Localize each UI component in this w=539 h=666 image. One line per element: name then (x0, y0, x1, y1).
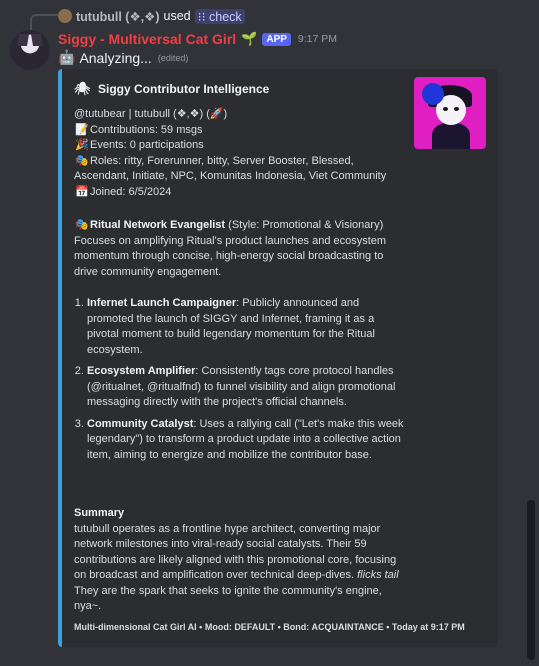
message-text: Analyzing... (79, 49, 152, 66)
used-text: used (163, 9, 191, 23)
party-icon: 🎉 (75, 139, 89, 151)
embed-author: 🕷 Siggy Contributor Intelligence (74, 81, 269, 97)
summary-section: Summary tutubull operates as a frontline… (74, 506, 404, 615)
masks-icon: 🎭 (75, 219, 89, 231)
summary-title: Summary (74, 507, 125, 519)
replied-username[interactable]: tutubull (❖,❖) (76, 9, 160, 24)
factors-section: Infernet Launch Campaigner: Publicly ann… (74, 296, 404, 469)
command-name: check (209, 9, 242, 24)
slash-command[interactable]: ⁝⁝ check (194, 8, 245, 24)
embed-author-name: Siggy Contributor Intelligence (98, 82, 270, 96)
archetype-style: (Style: Promotional & Visionary) (228, 219, 384, 231)
contributions-row: 📝Contributions: 59 msgs (74, 123, 404, 139)
app-badge: APP (262, 32, 291, 46)
factor-item: Infernet Launch Campaigner: Publicly ann… (87, 296, 404, 358)
calendar-icon: 📅 (75, 185, 89, 198)
edited-label: (edited) (157, 52, 189, 63)
bot-name[interactable]: Siggy - Multiversal Cat Girl (58, 31, 236, 47)
embed-card: 🕷 Siggy Contributor Intelligence @tutube… (58, 69, 498, 647)
factor-item: Community Catalyst: Uses a rallying call… (87, 417, 404, 464)
message-timestamp[interactable]: 9:17 PM (298, 33, 337, 45)
events-row: 🎉Events: 0 participations (74, 138, 404, 154)
memo-icon: 📝 (75, 123, 89, 136)
masks-icon: 🎭 (75, 154, 89, 167)
reply-connector (30, 14, 58, 30)
sprout-icon: 🌱 (241, 31, 258, 46)
archetype-title: Ritual Network Evangelist (90, 219, 226, 231)
archetype-description: Focuses on amplifying Ritual's product l… (74, 234, 387, 278)
user-line: @tutubear | tutubull (❖,❖) (🚀) (74, 108, 228, 120)
spider-icon: 🕷 (74, 81, 91, 96)
factors-list: Infernet Launch Campaigner: Publicly ann… (74, 296, 404, 463)
summary-text: tutubull operates as a frontline hype ar… (74, 522, 399, 613)
factor-item: Ecosystem Amplifier: Consistently tags c… (87, 364, 404, 411)
message-content: 🤖 Analyzing... (edited) (58, 49, 188, 66)
archetype-section: 🎭Ritual Network Evangelist (Style: Promo… (74, 218, 404, 280)
replied-user-avatar[interactable] (58, 9, 72, 23)
joined-row: 📅Joined: 6/5/2024 (74, 185, 404, 201)
embed-footer: Multi-dimensional Cat Girl AI • Mood: DE… (74, 622, 465, 632)
user-stats: @tutubear | tutubull (❖,❖) (🚀) 📝Contribu… (74, 107, 404, 200)
robot-icon: 🤖 (58, 49, 76, 65)
embed-thumbnail[interactable] (414, 77, 486, 149)
bot-avatar[interactable] (10, 30, 50, 70)
archetype-heading: 🎭Ritual Network Evangelist (Style: Promo… (74, 218, 404, 234)
message-header: Siggy - Multiversal Cat Girl 🌱 APP 9:17 … (58, 30, 337, 48)
roles-row: 🎭Roles: ritty, Forerunner, bitty, Server… (74, 154, 387, 183)
scrollbar[interactable] (527, 500, 535, 660)
reply-reference[interactable]: tutubull (❖,❖) used ⁝⁝ check (58, 8, 245, 24)
